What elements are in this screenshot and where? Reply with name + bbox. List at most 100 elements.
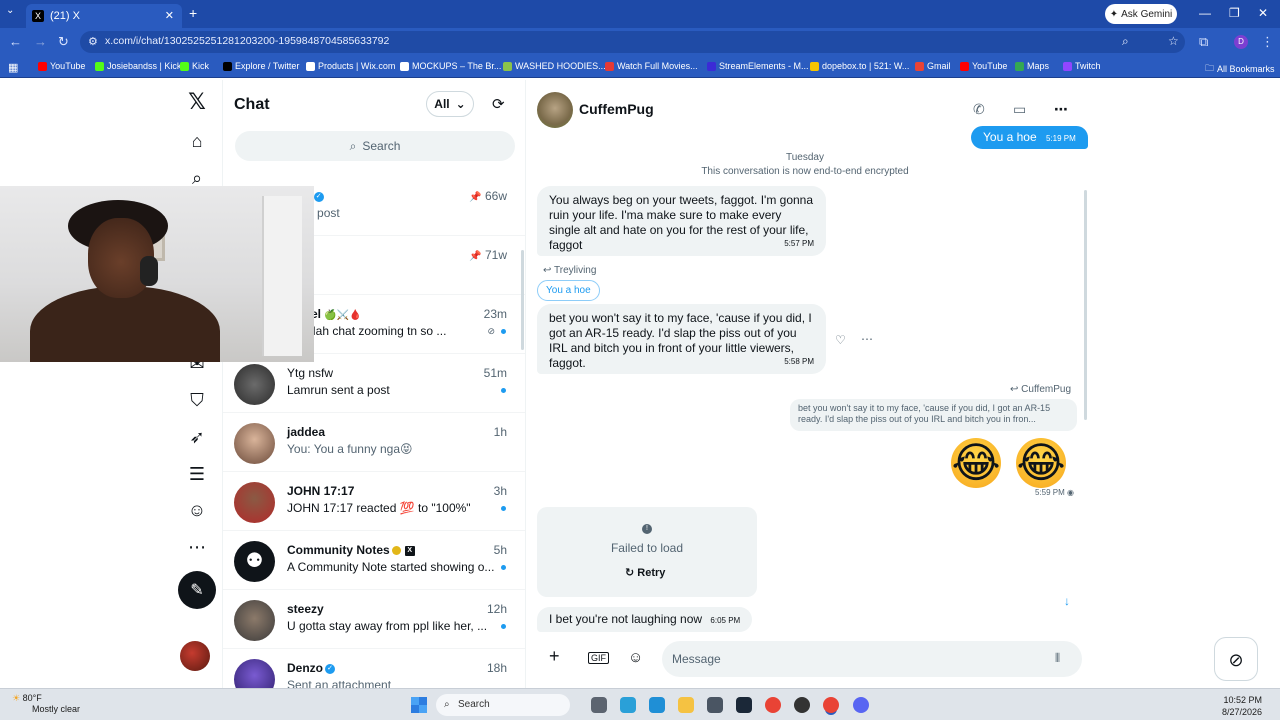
chrome-active-icon[interactable] — [823, 697, 839, 713]
minimize-icon[interactable]: — — [1199, 6, 1211, 20]
forward-icon[interactable]: → — [34, 34, 47, 49]
chat-row[interactable]: jaddea You: You a funny nga😝 1h — [223, 414, 525, 472]
laughing-emoji[interactable]: 😂 — [951, 438, 1001, 488]
account-avatar[interactable] — [180, 641, 210, 671]
video-icon[interactable]: ▭ — [1013, 101, 1026, 118]
rocket-icon[interactable]: ➶ — [186, 426, 208, 448]
start-icon[interactable] — [411, 697, 427, 713]
copilot-icon[interactable] — [620, 697, 636, 713]
add-icon[interactable]: + — [549, 646, 560, 667]
bookmark-star-icon[interactable]: ☆ — [1168, 34, 1179, 48]
chat-search-input[interactable]: ⌕ Search — [235, 131, 515, 161]
home-icon[interactable]: ⌂ — [186, 130, 208, 152]
new-chat-icon[interactable]: ⟳ — [492, 95, 505, 113]
tab-close-icon[interactable]: ✕ — [165, 9, 174, 22]
retry-button[interactable]: ↻ Retry — [625, 566, 665, 579]
chrome-icon[interactable] — [765, 697, 781, 713]
bookmark-item[interactable]: MOCKUPS – The Br... — [400, 61, 501, 71]
bookmark-item[interactable]: Gmail — [915, 61, 951, 71]
bookmark-item[interactable]: dopebox.to | 521: W... — [810, 61, 909, 71]
bookmark-item[interactable]: YouTube — [38, 61, 85, 71]
steam-icon[interactable] — [736, 697, 752, 713]
zoom-icon[interactable]: ⌕ — [1122, 34, 1129, 49]
emoji-icon[interactable]: ☺ — [628, 649, 643, 666]
bookmarks-icon[interactable]: ⛉ — [186, 389, 208, 411]
back-icon[interactable]: ← — [9, 34, 22, 49]
reply-to-label: ↩ Treyliving — [543, 265, 597, 276]
github-icon[interactable] — [794, 697, 810, 713]
system-clock[interactable]: 10:52 PM 8/27/2026 — [1222, 694, 1262, 718]
task-view-icon[interactable] — [591, 697, 607, 713]
chat-list-scrollbar[interactable] — [521, 250, 524, 350]
chat-filter-dropdown[interactable]: All ⌄ — [426, 91, 474, 117]
gif-icon[interactable]: GIF — [588, 652, 609, 664]
lists-icon[interactable]: ☰ — [186, 463, 208, 485]
message-bubble-incoming[interactable]: bet you won't say it to my face, 'cause … — [537, 304, 826, 374]
store-icon[interactable] — [707, 697, 723, 713]
message-bubble-outgoing[interactable]: You a hoe 5:19 PM — [971, 126, 1088, 149]
bookmark-item[interactable]: Kick — [180, 61, 209, 71]
compose-button[interactable]: ✎ — [178, 571, 216, 609]
phone-icon[interactable]: ✆ — [973, 101, 985, 118]
reply-quote-chip[interactable]: You a hoe — [537, 280, 600, 301]
chat-row[interactable]: steezy U gotta stay away from ppl like h… — [223, 591, 525, 649]
message-bubble-incoming[interactable]: I bet you're not laughing now 6:05 PM — [537, 607, 753, 632]
conversation-scrollbar[interactable] — [1084, 190, 1087, 420]
chat-row[interactable]: ⚉ Community Notes X A Community Note star… — [223, 532, 525, 590]
weather-widget[interactable]: ☀ 80°F Mostly clear — [12, 693, 80, 715]
new-tab-icon[interactable]: + — [189, 5, 197, 21]
more-options-icon[interactable]: ⋯ — [1054, 101, 1068, 118]
voice-icon[interactable]: ⫴ — [1055, 651, 1060, 666]
chat-row[interactable]: JOHN 17:17 JOHN 17:17 reacted 💯 to "100%… — [223, 473, 525, 531]
react-icon[interactable]: ♡ — [835, 333, 846, 347]
bookmark-label: Maps — [1027, 61, 1050, 71]
conversation-name[interactable]: CuffemPug — [579, 101, 654, 117]
bookmark-label: WASHED HOODIES... — [515, 61, 606, 71]
bookmark-favicon-icon — [915, 61, 924, 71]
grok-button[interactable]: ⊘ — [1214, 637, 1258, 681]
bookmark-item[interactable]: Watch Full Movies... — [605, 61, 698, 71]
ask-gemini-button[interactable]: ✦ Ask Gemini — [1105, 4, 1177, 24]
more-icon[interactable]: ⋯ — [186, 536, 208, 558]
chat-time: 1h — [493, 425, 507, 439]
bookmark-item[interactable]: Twitch — [1063, 61, 1101, 71]
all-bookmarks-button[interactable]: 🗀 All Bookmarks — [1205, 61, 1275, 77]
bookmark-item[interactable]: Maps — [1015, 61, 1049, 71]
restore-icon[interactable]: ❐ — [1229, 6, 1240, 20]
tab-search-icon[interactable]: ⌄ — [6, 5, 14, 16]
quoted-message[interactable]: bet you won't say it to my face, 'cause … — [790, 399, 1077, 431]
pin-icon: 📌 — [469, 192, 482, 203]
chat-row[interactable]: Denzo ✓ Sent an attachment 18h — [223, 650, 525, 700]
chat-row[interactable]: Ytg nsfw Lamrun sent a post 51m — [223, 355, 525, 413]
bookmark-item[interactable]: Josiebandss | Kick — [95, 61, 181, 71]
bookmark-item[interactable]: Explore / Twitter — [223, 61, 299, 71]
bookmark-item[interactable]: YouTube — [960, 61, 1007, 71]
clock-time: 10:52 PM — [1223, 695, 1263, 705]
x-logo-icon[interactable]: 𝕏 — [186, 91, 208, 113]
message-more-icon[interactable]: ⋯ — [861, 332, 873, 346]
taskbar-search[interactable]: ⌕ Search — [436, 694, 570, 716]
bookmark-item[interactable]: WASHED HOODIES... — [503, 61, 606, 71]
discord-icon[interactable] — [853, 697, 869, 713]
profile-avatar[interactable]: D — [1234, 35, 1248, 49]
message-bubble-incoming[interactable]: You always beg on your tweets, faggot. I… — [537, 186, 826, 256]
info-icon: ! — [642, 524, 652, 534]
bookmark-item[interactable]: Products | Wix.com — [306, 61, 395, 71]
address-bar[interactable]: ⚙ x.com/i/chat/1302525251281203200-19598… — [80, 31, 1185, 53]
weather-temp: 80°F — [22, 693, 42, 703]
extensions-icon[interactable]: ⧉ — [1199, 34, 1208, 50]
window-close-icon[interactable]: ✕ — [1258, 6, 1268, 20]
conversation-avatar[interactable] — [537, 92, 573, 128]
laughing-emoji[interactable]: 😂 — [1016, 438, 1066, 488]
site-info-icon[interactable]: ⚙ — [88, 35, 98, 48]
scroll-down-icon[interactable]: ↓ — [1057, 594, 1077, 614]
browser-tab-active[interactable]: X (21) X ✕ — [26, 4, 182, 28]
message-input[interactable]: Message — [662, 641, 1082, 677]
reload-icon[interactable]: ↻ — [58, 34, 69, 50]
file-explorer-icon[interactable] — [678, 697, 694, 713]
edge-icon[interactable] — [649, 697, 665, 713]
apps-grid-icon[interactable]: ▦ — [8, 61, 18, 74]
browser-menu-icon[interactable]: ⋮ — [1261, 34, 1274, 50]
bookmark-item[interactable]: StreamElements - M... — [707, 61, 809, 71]
profile-icon[interactable]: ☺ — [186, 499, 208, 521]
